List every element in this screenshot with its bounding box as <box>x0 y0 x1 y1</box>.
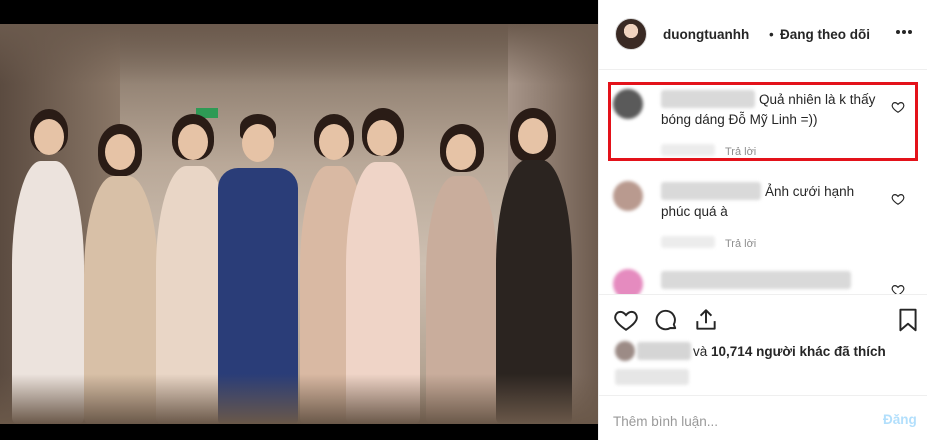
header-separator: • <box>769 27 774 42</box>
photo-floor <box>0 374 598 424</box>
likes-count: 10,714 <box>711 344 753 359</box>
comment-bubble-icon[interactable] <box>653 307 679 333</box>
highlighted-comment-box <box>608 82 918 161</box>
likes-summary[interactable]: và 10,714 người khác đã thích <box>693 344 886 359</box>
username-link[interactable]: duongtuanhh <box>663 27 749 42</box>
reply-button[interactable]: Trả lời <box>725 238 756 250</box>
comment-like-heart-icon[interactable] <box>891 192 905 206</box>
bookmark-icon[interactable] <box>895 307 921 333</box>
post-side-panel: duongtuanhh • Đang theo dõi Quả nhiên là… <box>598 0 927 440</box>
profile-avatar[interactable] <box>615 18 647 50</box>
commenter-avatar-blurred[interactable] <box>613 269 643 294</box>
commenter-avatar-blurred[interactable] <box>613 181 643 211</box>
more-options-icon[interactable] <box>895 22 913 40</box>
post-header: duongtuanhh • Đang theo dõi <box>599 0 927 70</box>
likes-prefix: và <box>693 344 708 359</box>
post-actions: và 10,714 người khác đã thích Đăng <box>599 294 927 440</box>
comment-input[interactable] <box>613 410 863 432</box>
post-date-blurred <box>615 369 689 385</box>
post-photo[interactable] <box>0 24 598 424</box>
like-heart-icon[interactable] <box>613 307 639 333</box>
share-icon[interactable] <box>693 307 719 333</box>
commenter-name-blurred[interactable] <box>661 271 851 289</box>
photo-ceiling <box>0 24 598 84</box>
add-comment-section: Đăng <box>599 395 927 440</box>
comment-text: Ảnh cưới hạnh phúc quá à <box>661 184 855 219</box>
comment-meta-blurred <box>661 236 715 248</box>
post-photo-area <box>0 0 598 440</box>
follow-status-button[interactable]: Đang theo dõi <box>780 27 870 42</box>
likes-suffix: người khác đã thích <box>756 344 886 359</box>
post-comment-button[interactable]: Đăng <box>883 412 917 427</box>
comment-like-heart-icon[interactable] <box>891 283 905 294</box>
